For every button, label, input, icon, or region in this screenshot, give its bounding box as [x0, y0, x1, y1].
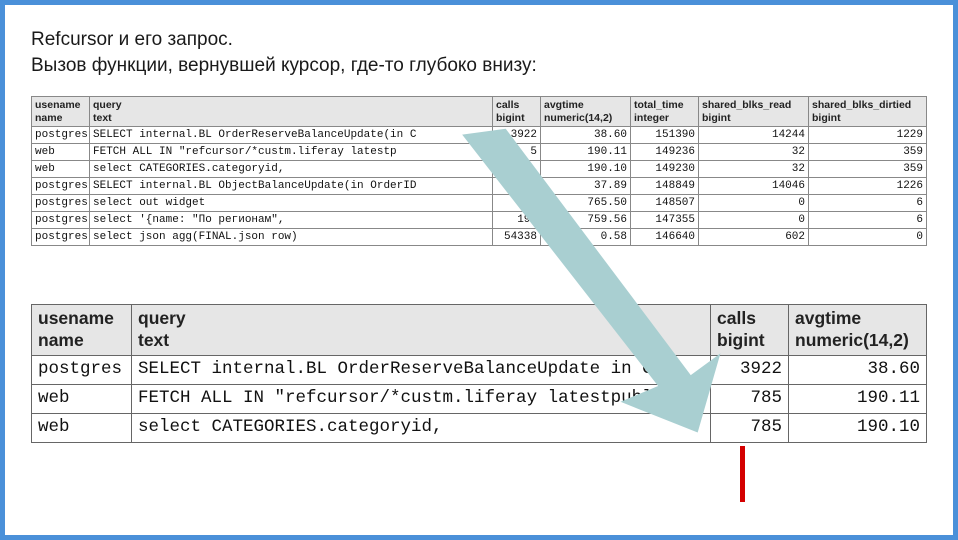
cell-avgtime: 37.89 [541, 178, 631, 195]
cell-usename: postgres [32, 356, 132, 385]
table-row: webselect CATEGORIES.categoryid,785190.1… [32, 413, 927, 442]
col-usename: usename name [32, 97, 90, 127]
title-line-2: Вызов функции, вернувшей курсор, где-то … [31, 55, 537, 76]
cell-avgtime: 759.56 [541, 212, 631, 229]
cell-usename: web [32, 161, 90, 178]
cell-shared-read: 14244 [699, 127, 809, 144]
table-row: postgresselect out widget19765.501485070… [32, 195, 927, 212]
cell-total-time: 146640 [631, 229, 699, 246]
cell-avgtime: 765.50 [541, 195, 631, 212]
table-row: postgresselect '{name: "По регионам",194… [32, 212, 927, 229]
col-shared-read: shared_blks_read bigint [699, 97, 809, 127]
cell-shared-read: 0 [699, 195, 809, 212]
cell-query: select CATEGORIES.categoryid, [132, 413, 711, 442]
cell-avgtime: 0.58 [541, 229, 631, 246]
cell-calls: 785 [711, 385, 789, 414]
cell-avgtime: 190.11 [541, 144, 631, 161]
cell-usename: postgres [32, 127, 90, 144]
cell-query: SELECT internal.BL OrderReserveBalanceUp… [90, 127, 493, 144]
slide-title: Refcursor и его запрос. Вызов функции, в… [31, 27, 927, 78]
cell-total-time: 149236 [631, 144, 699, 161]
cell-shared-dirtied: 359 [809, 144, 927, 161]
cell-query: select CATEGORIES.categoryid, [90, 161, 493, 178]
cell-calls [493, 178, 541, 195]
cell-shared-read: 602 [699, 229, 809, 246]
cell-usename: postgres [32, 229, 90, 246]
cell-shared-dirtied: 6 [809, 212, 927, 229]
cell-calls: 194 [493, 212, 541, 229]
cell-query: FETCH ALL IN "refcursor/*custm.liferay l… [132, 385, 711, 414]
cell-total-time: 149230 [631, 161, 699, 178]
col-usename: usename name [32, 305, 132, 356]
col-avgtime: avgtime numeric(14,2) [789, 305, 927, 356]
cell-avgtime: 190.10 [541, 161, 631, 178]
table-header: usename name query text calls bigint avg… [32, 305, 927, 356]
col-total-time: total_time integer [631, 97, 699, 127]
cell-query: select out widget [90, 195, 493, 212]
cell-calls: 5 [493, 144, 541, 161]
cell-shared-read: 14046 [699, 178, 809, 195]
col-query: query text [132, 305, 711, 356]
cell-calls: 54338 [493, 229, 541, 246]
cell-calls: 19 [493, 195, 541, 212]
table-row: postgresselect json agg(FINAL.json row)5… [32, 229, 927, 246]
cell-total-time: 148849 [631, 178, 699, 195]
cell-usename: web [32, 385, 132, 414]
cell-query: select json agg(FINAL.json row) [90, 229, 493, 246]
cell-shared-read: 32 [699, 144, 809, 161]
cell-calls: 3922 [493, 127, 541, 144]
cell-total-time: 148507 [631, 195, 699, 212]
col-query: query text [90, 97, 493, 127]
cell-query: select '{name: "По регионам", [90, 212, 493, 229]
col-calls: calls bigint [711, 305, 789, 356]
cell-calls [493, 161, 541, 178]
cell-avgtime: 190.10 [789, 413, 927, 442]
cell-query: SELECT internal.BL ObjectBalanceUpdate(i… [90, 178, 493, 195]
cell-shared-dirtied: 1226 [809, 178, 927, 195]
cell-shared-read: 0 [699, 212, 809, 229]
cell-usename: web [32, 144, 90, 161]
query-stats-table: usename name query text calls bigint avg… [31, 96, 927, 246]
table-row: postgresSELECT internal.BL OrderReserveB… [32, 127, 927, 144]
cell-calls: 785 [711, 413, 789, 442]
cell-total-time: 151390 [631, 127, 699, 144]
cell-total-time: 147355 [631, 212, 699, 229]
cell-avgtime: 190.11 [789, 385, 927, 414]
cell-usename: postgres [32, 178, 90, 195]
cell-shared-read: 32 [699, 161, 809, 178]
col-calls: calls bigint [493, 97, 541, 127]
cell-usename: postgres [32, 212, 90, 229]
cell-query: FETCH ALL IN "refcursor/*custm.liferay l… [90, 144, 493, 161]
cell-usename: web [32, 413, 132, 442]
table-row: postgresSELECT internal.BL ObjectBalance… [32, 178, 927, 195]
table-row: postgresSELECT internal.BL OrderReserveB… [32, 356, 927, 385]
cell-shared-dirtied: 359 [809, 161, 927, 178]
cell-shared-dirtied: 1229 [809, 127, 927, 144]
cell-shared-dirtied: 0 [809, 229, 927, 246]
highlight-marker [740, 446, 745, 502]
table-row: webselect CATEGORIES.categoryid, 190.1014… [32, 161, 927, 178]
cell-calls: 3922 [711, 356, 789, 385]
cell-avgtime: 38.60 [541, 127, 631, 144]
cell-query: SELECT internal.BL OrderReserveBalanceUp… [132, 356, 711, 385]
cell-avgtime: 38.60 [789, 356, 927, 385]
title-line-1: Refcursor и его запрос. [31, 29, 233, 50]
table-header: usename name query text calls bigint avg… [32, 97, 927, 127]
table-row: webFETCH ALL IN "refcursor/*custm.lifera… [32, 144, 927, 161]
col-avgtime: avgtime numeric(14,2) [541, 97, 631, 127]
query-stats-zoom-table: usename name query text calls bigint avg… [31, 304, 927, 442]
col-shared-dirtied: shared_blks_dirtied bigint [809, 97, 927, 127]
cell-usename: postgres [32, 195, 90, 212]
table-row: webFETCH ALL IN "refcursor/*custm.lifera… [32, 385, 927, 414]
cell-shared-dirtied: 6 [809, 195, 927, 212]
